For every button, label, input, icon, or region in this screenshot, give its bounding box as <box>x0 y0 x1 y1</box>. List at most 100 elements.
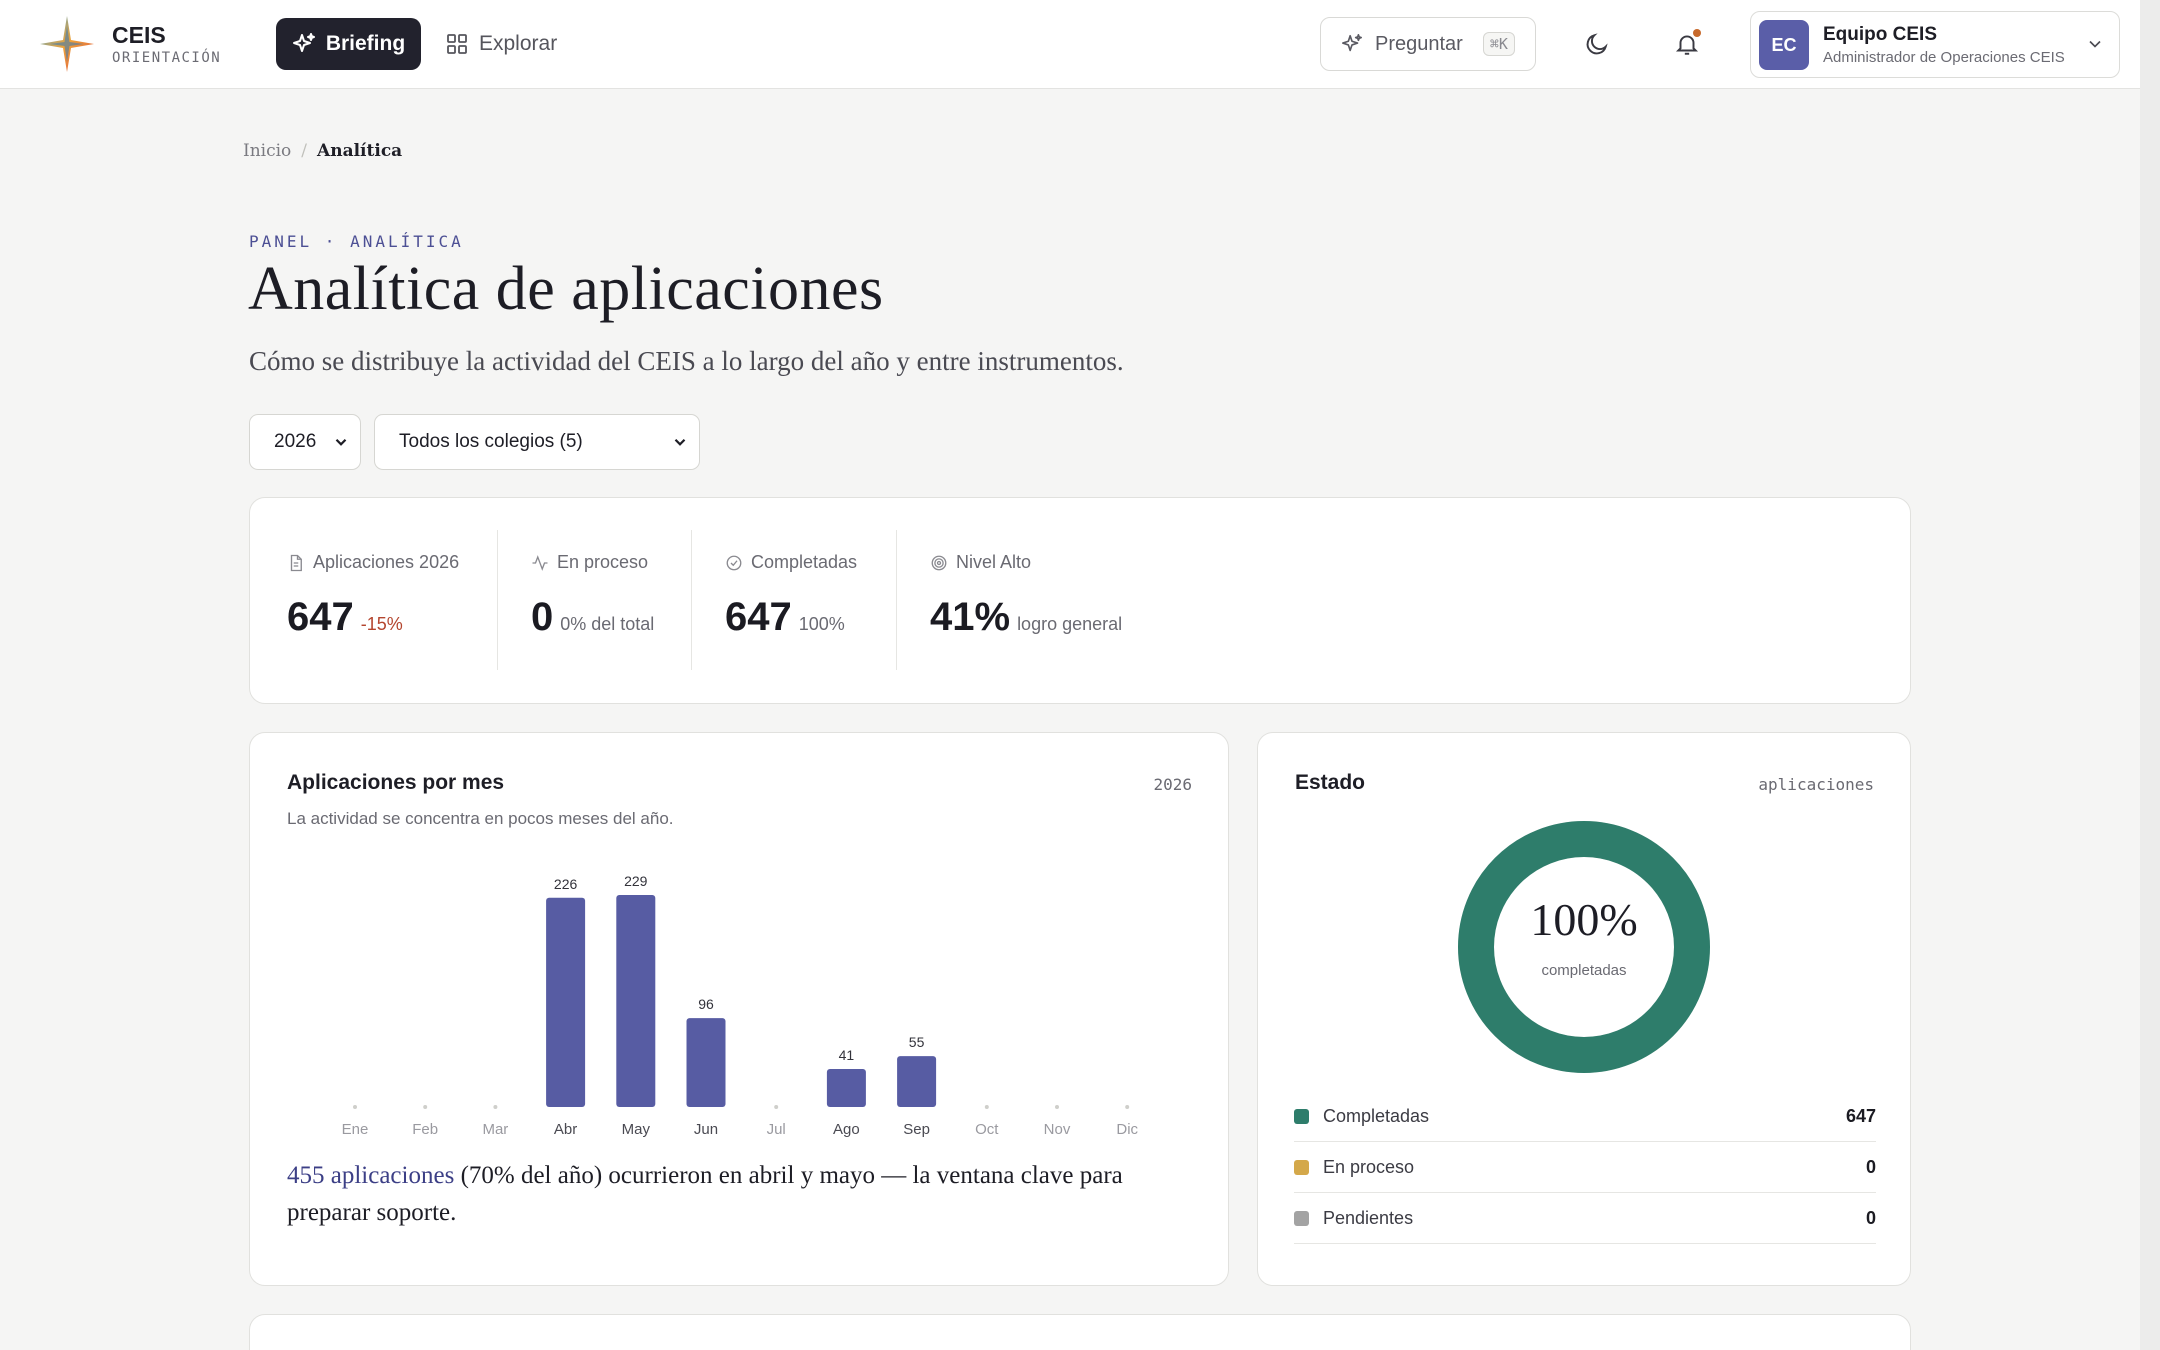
year-select[interactable]: 2026 <box>249 414 361 470</box>
theme-toggle-button[interactable] <box>1579 26 1615 62</box>
breadcrumb-current: Analítica <box>317 141 403 161</box>
x-tick-label: Feb <box>412 1121 438 1138</box>
bar-may[interactable] <box>616 895 656 1107</box>
x-tick-label: Ene <box>342 1121 369 1138</box>
legend-label: Completadas <box>1323 1105 1430 1126</box>
brand-name: CEIS <box>112 22 166 48</box>
stat-aplicaciones: Aplicaciones 2026 647 -15% <box>287 530 459 670</box>
legend-row-completadas: Completadas 647 <box>1294 1091 1876 1142</box>
stat-label: Nivel Alto <box>956 552 1032 572</box>
chevron-down-icon <box>2089 40 2101 48</box>
top-bar: CEIS ORIENTACIÓN Briefing Explorar Pregu… <box>0 0 2140 89</box>
sparkle-icon <box>1342 34 1362 52</box>
page-eyebrow: PANEL · ANALÍTICA <box>249 232 464 251</box>
stat-divider <box>691 530 692 670</box>
monthly-chart-card: Aplicaciones por mes 2026 La actividad s… <box>249 732 1229 1286</box>
brand-subtitle: ORIENTACIÓN <box>112 50 222 66</box>
page-title: Analítica de aplicaciones <box>248 255 884 323</box>
legend-value: 0 <box>1865 1207 1876 1228</box>
legend-label: Pendientes <box>1323 1207 1414 1228</box>
nav-briefing-label: Briefing <box>325 32 406 55</box>
stat-label: En proceso <box>557 552 649 572</box>
ask-button[interactable]: Preguntar ⌘K <box>1320 17 1536 71</box>
chevron-down-icon <box>335 438 347 446</box>
school-select[interactable]: Todos los colegios (5) <box>374 414 700 470</box>
stat-divider <box>497 530 498 670</box>
status-legend: Completadas 647 En proceso 0 Pendientes … <box>1294 1091 1876 1244</box>
notification-dot <box>1693 29 1701 37</box>
notifications-button[interactable] <box>1669 26 1705 62</box>
x-tick-label: Jul <box>767 1121 786 1138</box>
donut-label: completadas <box>1541 962 1627 979</box>
status-donut <box>1458 821 1710 1073</box>
ceis-star-logo[interactable] <box>40 16 94 72</box>
stat-delta: logro general <box>1017 614 1123 634</box>
legend-value: 647 <box>1845 1105 1876 1126</box>
bar-value-label: 226 <box>554 876 578 892</box>
stat-value: 0 <box>531 595 554 639</box>
empty-month-dot <box>493 1105 498 1109</box>
legend-row-en-proceso: En proceso 0 <box>1294 1142 1876 1193</box>
x-tick-label: Nov <box>1044 1121 1071 1138</box>
breadcrumb-home[interactable]: Inicio <box>243 141 291 161</box>
scrollbar-track[interactable] <box>2140 0 2160 1350</box>
status-card: Estado aplicaciones 100% completadas Com… <box>1257 732 1911 1286</box>
x-tick-label: Oct <box>975 1121 999 1138</box>
user-name: Equipo CEIS <box>1823 24 1937 45</box>
legend-swatch <box>1294 1159 1309 1175</box>
status-title: Estado <box>1295 771 1366 794</box>
stat-label: Completadas <box>751 552 858 572</box>
stat-nivel-alto: Nivel Alto 41% logro general <box>930 530 1122 670</box>
bar-abr[interactable] <box>546 897 586 1107</box>
bar-jun[interactable] <box>686 1018 726 1107</box>
stat-completadas: Completadas 647 100% <box>725 530 857 670</box>
legend-row-pendientes: Pendientes 0 <box>1294 1193 1876 1244</box>
activity-icon <box>532 554 548 571</box>
ask-shortcut: ⌘K <box>1482 32 1515 56</box>
empty-month-dot <box>353 1105 357 1109</box>
bar-ago[interactable] <box>826 1069 866 1107</box>
stats-card: Aplicaciones 2026 647 -15% En proceso 0 … <box>249 497 1911 704</box>
stat-divider <box>896 530 897 670</box>
bar-value-label: 55 <box>909 1034 925 1050</box>
target-icon <box>931 555 947 570</box>
nav-briefing-button[interactable]: Briefing <box>276 18 421 70</box>
legend-label: En proceso <box>1323 1156 1415 1177</box>
donut-arc-completadas <box>1458 821 1710 1073</box>
bar-value-label: 229 <box>624 873 648 889</box>
empty-month-dot <box>1125 1105 1130 1109</box>
x-tick-label: Abr <box>554 1121 577 1138</box>
bar-chart: Ene Feb Mar 226 Abr 229 May 96 Jun Jul 41 Ago 55 Sep O… <box>342 873 1139 1138</box>
document-icon <box>290 554 302 571</box>
insight-highlight: 455 aplicaciones <box>287 1162 455 1189</box>
ask-label: Preguntar <box>1375 32 1463 55</box>
bar-sep[interactable] <box>897 1056 937 1107</box>
x-tick-label: Sep <box>903 1121 930 1138</box>
donut-percent: 100% <box>1530 894 1638 945</box>
bar-value-label: 96 <box>698 996 714 1012</box>
moon-icon <box>1586 33 1608 55</box>
status-tag: aplicaciones <box>1758 775 1874 794</box>
breadcrumb-separator: / <box>301 141 308 161</box>
stat-delta: -15% <box>360 614 403 634</box>
nav-explorar-link[interactable]: Explorar <box>445 18 557 70</box>
breadcrumb: Inicio / Analítica <box>243 141 402 161</box>
school-select-value: Todos los colegios (5) <box>399 431 583 452</box>
empty-month-dot <box>423 1105 428 1109</box>
user-menu[interactable]: EC Equipo CEIS Administrador de Operacio… <box>1750 11 2120 78</box>
bar-value-label: 41 <box>839 1047 855 1063</box>
legend-swatch <box>1294 1210 1309 1226</box>
year-select-value: 2026 <box>274 431 317 452</box>
grid-icon <box>447 34 467 54</box>
stat-value: 647 <box>725 595 792 639</box>
stat-value: 41% <box>930 595 1011 639</box>
next-section-card <box>249 1314 1911 1350</box>
stat-delta: 0% del total <box>560 614 655 634</box>
x-tick-label: Mar <box>482 1121 508 1138</box>
legend-swatch <box>1294 1108 1309 1124</box>
legend-value: 0 <box>1865 1156 1876 1177</box>
nav-explorar-label: Explorar <box>479 32 558 55</box>
x-tick-label: Dic <box>1116 1121 1138 1138</box>
user-role: Administrador de Operaciones CEIS <box>1823 49 2065 66</box>
stat-value: 647 <box>287 595 354 639</box>
